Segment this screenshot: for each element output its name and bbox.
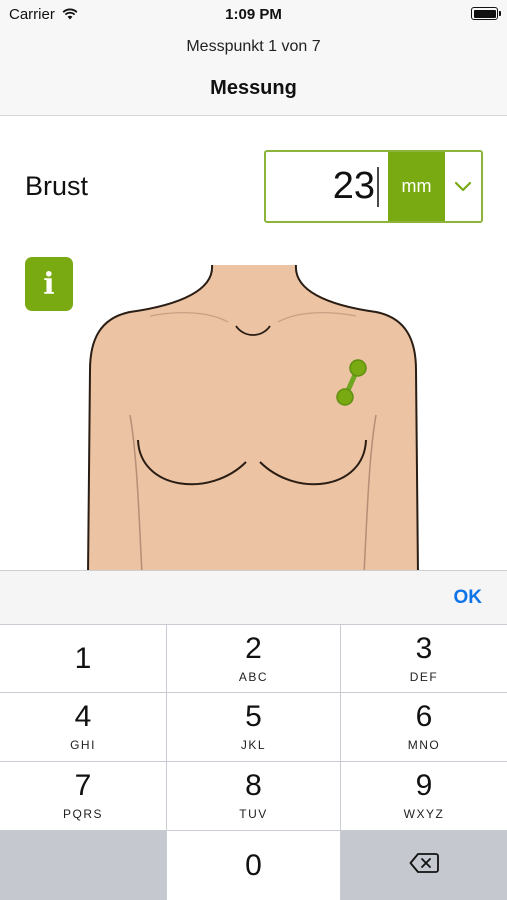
key-3[interactable]: 3 DEF bbox=[341, 625, 507, 692]
key-letters: PQRS bbox=[62, 807, 103, 821]
battery-icon bbox=[471, 7, 501, 20]
key-0[interactable]: 0 bbox=[167, 831, 340, 900]
keyboard-accessory-bar: OK bbox=[0, 570, 507, 624]
key-digit: 2 bbox=[245, 631, 262, 665]
key-letters: WXYZ bbox=[403, 807, 445, 821]
measurement-input-group: 23 mm bbox=[264, 150, 483, 223]
backspace-icon bbox=[409, 852, 439, 879]
measurement-label: Brust bbox=[25, 171, 89, 201]
key-9[interactable]: 9 WXYZ bbox=[341, 762, 507, 830]
key-5[interactable]: 5 JKL bbox=[167, 693, 340, 761]
measurement-value: 23 bbox=[332, 165, 375, 207]
unit-label[interactable]: mm bbox=[388, 152, 445, 221]
numeric-keypad: 1 2 ABC 3 DEF 4 GHI 5 JKL 6 MNO 7 PQRS 8… bbox=[0, 624, 507, 900]
navigation-bar: Carrier 1:09 PM Messpunkt 1 von 7 Messun… bbox=[0, 0, 507, 116]
key-digit: 7 bbox=[74, 769, 92, 802]
page-title: Messung bbox=[210, 77, 297, 99]
text-caret bbox=[377, 166, 379, 207]
key-digit: 5 bbox=[245, 700, 262, 733]
measurement-input[interactable]: 23 bbox=[266, 152, 388, 221]
key-letters: ABC bbox=[238, 669, 269, 684]
delete-key[interactable] bbox=[341, 831, 507, 900]
key-blank bbox=[0, 831, 166, 900]
key-digit: 6 bbox=[415, 700, 433, 733]
status-time: 1:09 PM bbox=[225, 6, 282, 23]
key-4[interactable]: 4 GHI bbox=[0, 693, 166, 761]
key-2[interactable]: 2 ABC bbox=[167, 625, 340, 692]
key-1[interactable]: 1 bbox=[0, 625, 166, 692]
key-7[interactable]: 7 PQRS bbox=[0, 762, 166, 830]
status-bar: Carrier 1:09 PM bbox=[0, 0, 507, 28]
key-digit: 8 bbox=[245, 769, 262, 802]
key-letters: MNO bbox=[407, 738, 441, 752]
chevron-down-icon[interactable] bbox=[445, 152, 481, 221]
key-6[interactable]: 6 MNO bbox=[341, 693, 507, 761]
key-8[interactable]: 8 TUV bbox=[167, 762, 340, 830]
key-digit: 3 bbox=[415, 631, 433, 665]
body-illustration bbox=[87, 264, 419, 575]
key-digit: 1 bbox=[74, 641, 92, 675]
key-digit: 0 bbox=[245, 848, 262, 882]
key-letters: JKL bbox=[240, 738, 267, 752]
ok-button[interactable]: OK bbox=[454, 587, 483, 609]
key-letters: TUV bbox=[239, 807, 268, 821]
nav-subtitle: Messpunkt 1 von 7 bbox=[186, 38, 321, 55]
key-letters: DEF bbox=[409, 669, 439, 684]
key-digit: 4 bbox=[74, 700, 92, 733]
key-letters: GHI bbox=[70, 738, 96, 752]
key-digit: 9 bbox=[415, 769, 433, 802]
